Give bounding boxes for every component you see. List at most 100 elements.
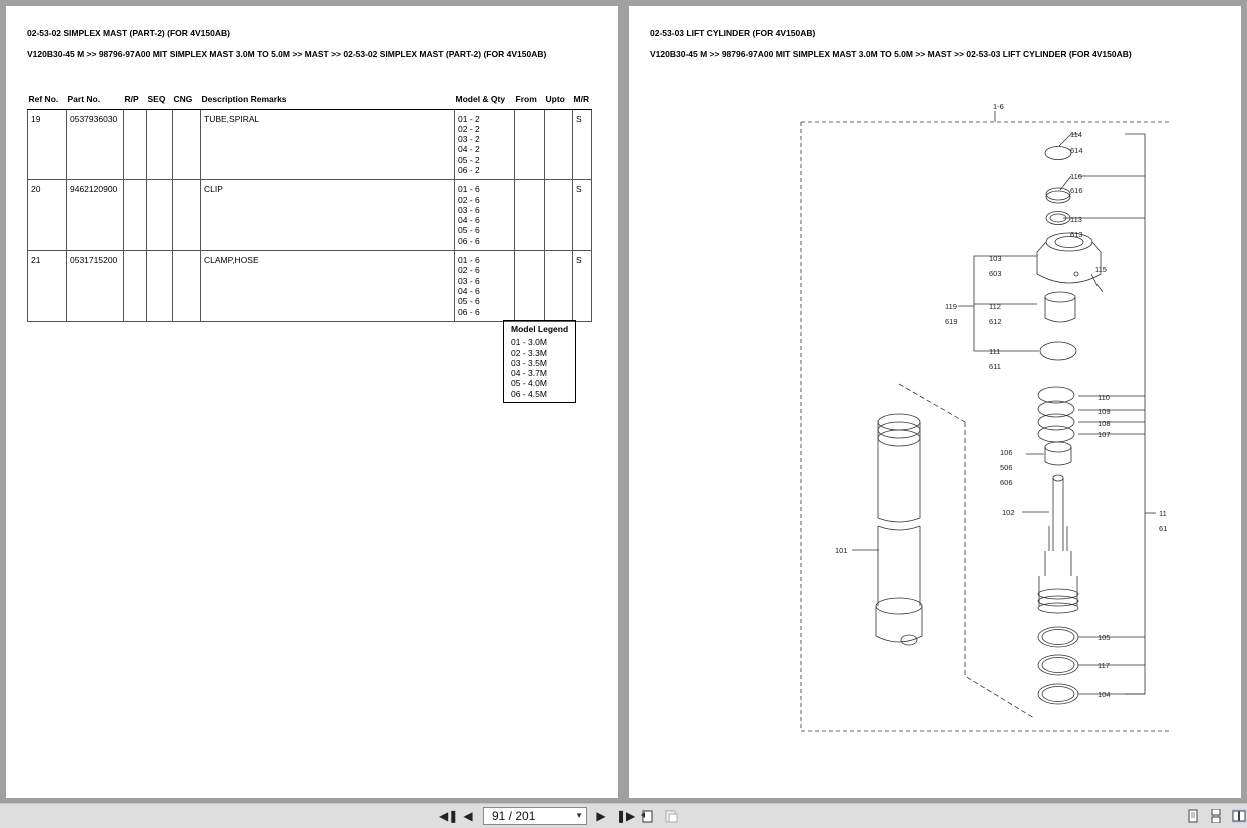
cell-mr: S: [572, 250, 592, 322]
single-page-icon[interactable]: [1186, 809, 1200, 823]
cell-from: [514, 179, 545, 252]
label-11: 11: [1159, 509, 1167, 518]
model-qty: 06 - 6: [458, 306, 480, 317]
cell-cng: [172, 109, 201, 181]
cell-part: 0537936030: [66, 109, 124, 181]
label-612: 612: [989, 317, 1002, 326]
cell-part: 9462120900: [66, 179, 124, 252]
page-indicator: 91 / 201: [492, 809, 536, 823]
cell-models: 01 - 6 02 - 6 03 - 6 04 - 6 05 - 6 06 - …: [454, 250, 515, 322]
cell-mr: S: [572, 179, 592, 252]
label-top: 1-6: [993, 102, 1004, 111]
cell-seq: [146, 250, 173, 322]
forward-view-icon[interactable]: [664, 809, 678, 823]
model-qty: 04 - 6: [458, 285, 480, 296]
label-112: 112: [989, 302, 1001, 311]
page-number-select[interactable]: 91 / 201 ▼: [483, 807, 587, 825]
label-101: 101: [835, 546, 848, 555]
model-qty: 06 - 6: [458, 235, 480, 246]
cell-rp: [123, 109, 147, 181]
cell-rp: [123, 179, 147, 252]
col-from: From: [514, 92, 545, 110]
left-page: 02-53-02 SIMPLEX MAST (PART-2) (FOR 4V15…: [6, 6, 618, 798]
model-qty: 02 - 6: [458, 265, 480, 276]
model-qty: 02 - 2: [458, 123, 480, 134]
chevron-down-icon: ▼: [575, 811, 583, 820]
facing-pages-icon[interactable]: [1232, 809, 1246, 823]
model-qty: 06 - 2: [458, 164, 480, 175]
cell-desc: TUBE,SPIRAL: [200, 109, 455, 181]
label-506: 506: [1000, 463, 1013, 472]
legend-item: 06 - 4.5M: [511, 388, 547, 399]
label-616: 616: [1070, 186, 1083, 195]
label-113: 113: [1070, 215, 1082, 224]
cell-mr: S: [572, 109, 592, 181]
legend-item: 05 - 4.0M: [511, 378, 547, 389]
document-viewer: 02-53-02 SIMPLEX MAST (PART-2) (FOR 4V15…: [0, 0, 1247, 828]
first-page-icon[interactable]: ◀❚: [439, 809, 458, 823]
cell-rp: [123, 250, 147, 322]
label-61: 61: [1159, 524, 1167, 533]
col-upto: Upto: [544, 92, 573, 110]
label-102: 102: [1002, 508, 1015, 517]
continuous-page-icon[interactable]: [1209, 808, 1223, 824]
next-page-icon[interactable]: ▶: [594, 809, 608, 823]
right-page: 02-53-03 LIFT CYLINDER (FOR 4V150AB) V12…: [629, 6, 1241, 798]
col-rp: R/P: [123, 92, 147, 110]
model-qty: 04 - 6: [458, 215, 480, 226]
cell-cng: [172, 250, 201, 322]
label-119: 119: [945, 302, 957, 311]
col-ref: Ref No.: [27, 92, 67, 110]
model-qty: 05 - 2: [458, 154, 480, 165]
cell-upto: [544, 250, 573, 322]
label-114: 114: [1070, 130, 1082, 139]
prev-page-icon[interactable]: ◀: [461, 809, 475, 823]
viewer-toolbar: ◀❚ ◀ 91 / 201 ▼ ▶ ❚▶: [0, 803, 1247, 828]
cell-ref: 19: [27, 109, 67, 181]
col-seq: SEQ: [146, 92, 173, 110]
legend-item: 04 - 3.7M: [511, 368, 547, 379]
model-legend: Model Legend 01 - 3.0M 02 - 3.3M 03 - 3.…: [503, 320, 576, 404]
model-qty: 01 - 6: [458, 184, 480, 195]
model-qty: 01 - 2: [458, 113, 480, 124]
cell-from: [514, 109, 545, 181]
cell-seq: [146, 179, 173, 252]
cell-desc: CLAMP,HOSE: [200, 250, 455, 322]
cell-upto: [544, 179, 573, 252]
label-613: 613: [1070, 230, 1083, 239]
last-page-icon[interactable]: ❚▶: [616, 809, 635, 823]
label-105: 105: [1098, 633, 1111, 642]
label-117: 117: [1098, 661, 1110, 670]
cell-from: [514, 250, 545, 322]
parts-table: Ref No. Part No. R/P SEQ CNG Description…: [27, 92, 592, 322]
col-desc: Description Remarks: [200, 92, 455, 110]
cell-upto: [544, 109, 573, 181]
label-611: 611: [989, 362, 1001, 371]
label-619: 619: [945, 317, 958, 326]
label-115: 115: [1095, 265, 1107, 274]
cell-desc: CLIP: [200, 179, 455, 252]
cell-part: 0531715200: [66, 250, 124, 322]
legend-title: Model Legend: [511, 324, 569, 334]
table-header-row: Ref No. Part No. R/P SEQ CNG Description…: [27, 92, 592, 110]
label-606: 606: [1000, 478, 1013, 487]
label-614: 614: [1070, 146, 1083, 155]
col-cng: CNG: [172, 92, 201, 110]
back-view-icon[interactable]: [640, 809, 654, 823]
cell-ref: 21: [27, 250, 67, 322]
cell-models: 01 - 6 02 - 6 03 - 6 04 - 6 05 - 6 06 - …: [454, 179, 515, 252]
page-heading: 02-53-02 SIMPLEX MAST (PART-2) (FOR 4V15…: [27, 28, 230, 38]
label-109: 109: [1098, 407, 1111, 416]
col-model: Model & Qty: [454, 92, 515, 110]
model-qty: 03 - 2: [458, 134, 480, 145]
label-106: 106: [1000, 448, 1013, 457]
model-qty: 04 - 2: [458, 144, 480, 155]
label-107: 107: [1098, 430, 1111, 439]
breadcrumb: V120B30-45 M >> 98796-97A00 MIT SIMPLEX …: [27, 49, 547, 59]
label-108: 108: [1098, 419, 1111, 428]
model-qty: 03 - 6: [458, 204, 480, 215]
model-qty: 05 - 6: [458, 296, 480, 307]
cell-models: 01 - 2 02 - 2 03 - 2 04 - 2 05 - 2 06 - …: [454, 109, 515, 181]
model-qty: 03 - 6: [458, 275, 480, 286]
legend-item: 02 - 3.3M: [511, 347, 547, 358]
